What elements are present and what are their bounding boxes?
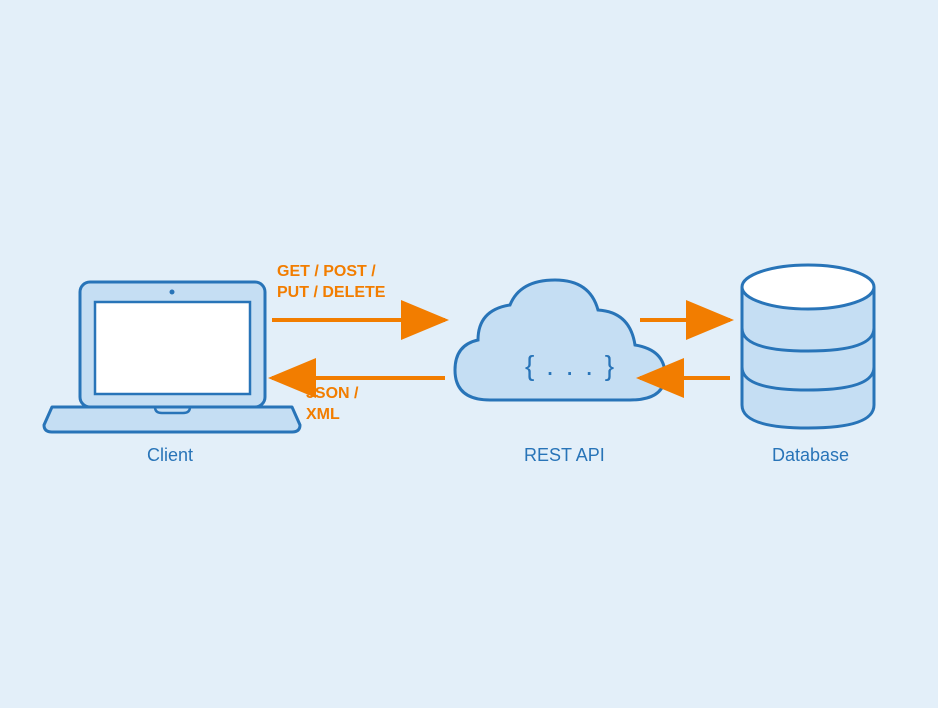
cloud-braces-text: { . . . }	[525, 350, 616, 382]
client-label: Client	[147, 445, 193, 466]
request-line2: PUT / DELETE	[277, 284, 385, 301]
laptop-icon	[44, 282, 300, 432]
architecture-diagram: GET / POST / PUT / DELETE JSON / XML { .…	[0, 0, 938, 708]
response-format-label: JSON / XML	[306, 384, 358, 426]
request-line1: GET / POST /	[277, 263, 376, 280]
cloud-icon	[455, 280, 665, 400]
request-methods-label: GET / POST / PUT / DELETE	[277, 262, 385, 304]
response-line2: XML	[306, 406, 340, 423]
database-icon	[742, 265, 874, 428]
api-label: REST API	[524, 445, 605, 466]
response-line1: JSON /	[306, 385, 358, 402]
database-label: Database	[772, 445, 849, 466]
